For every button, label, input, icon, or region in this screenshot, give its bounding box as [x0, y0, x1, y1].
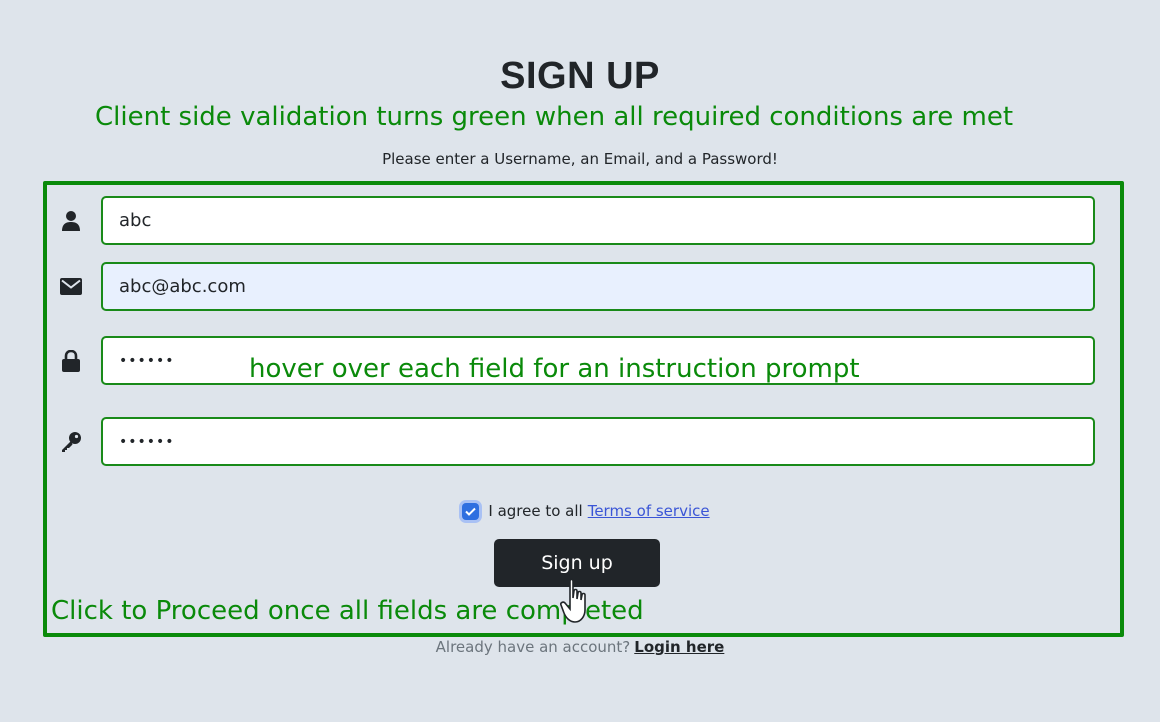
annotation-hover: hover over each field for an instruction…	[249, 354, 860, 384]
terms-checkbox[interactable]	[462, 502, 480, 520]
login-prompt: Already have an account? Login here	[0, 637, 1160, 657]
username-input[interactable]	[101, 196, 1095, 245]
key-icon	[55, 417, 87, 466]
email-row	[55, 262, 1097, 311]
login-prompt-text: Already have an account?	[435, 638, 631, 656]
terms-agreement: I agree to all Terms of service	[0, 499, 1160, 523]
user-icon	[55, 196, 87, 245]
annotation-proceed: Click to Proceed once all fields are com…	[51, 596, 644, 626]
terms-of-service-link[interactable]: Terms of service	[588, 502, 710, 520]
page-title: SIGN UP	[500, 55, 660, 97]
lock-icon	[55, 336, 87, 385]
login-link[interactable]: Login here	[634, 638, 724, 656]
username-row	[55, 196, 1097, 245]
email-input[interactable]	[101, 262, 1095, 311]
hand-pointer-icon	[560, 578, 586, 623]
annotation-validation: Client side validation turns green when …	[95, 102, 1014, 132]
agree-label: I agree to all	[488, 502, 583, 520]
confirm-password-row	[55, 417, 1097, 466]
form-instructions: Please enter a Username, an Email, and a…	[382, 150, 778, 168]
check-icon	[465, 507, 477, 516]
envelope-icon	[55, 262, 87, 311]
confirm-password-input[interactable]	[101, 417, 1095, 466]
